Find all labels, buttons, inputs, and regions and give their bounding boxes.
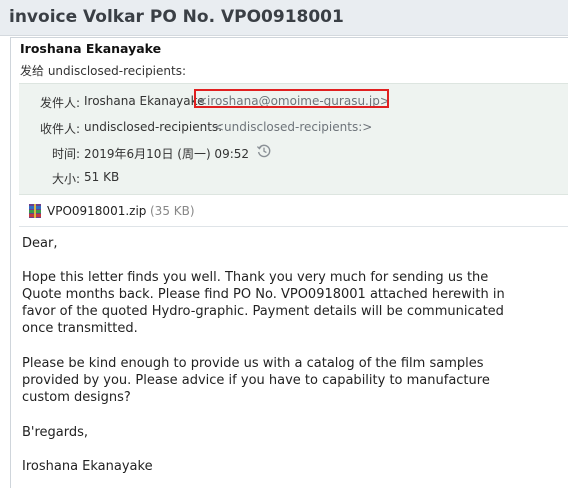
zip-archive-icon (27, 203, 43, 219)
attachment-name[interactable]: VPO0918001.zip (47, 204, 146, 218)
time-label: 时间: (51, 147, 80, 161)
subject-bar: invoice Volkar PO No. VPO0918001 (0, 0, 568, 36)
time-value: 2019年6月10日 (周一) 09:52 (84, 147, 250, 161)
body-paragraph-2-line-1: Please be kind enough to provide us with… (22, 356, 484, 371)
recipients-summary: 发给 undisclosed-recipients: (20, 64, 187, 78)
body-paragraph-1-line-2: Quote months back. Please find PO No. VP… (22, 287, 505, 302)
attachment-size: (35 KB) (150, 204, 195, 218)
header-body-divider (19, 226, 568, 227)
size-value: 51 KB (84, 170, 120, 184)
to-label: 收件人: (39, 122, 80, 136)
to-name[interactable]: undisclosed-recipients: (84, 120, 222, 134)
body-paragraph-1-line-4: once transmitted. (22, 321, 138, 336)
email-subject: invoice Volkar PO No. VPO0918001 (9, 7, 344, 27)
from-label: 发件人: (39, 96, 80, 110)
body-paragraph-2-line-3: custom designs? (22, 390, 131, 405)
body-paragraph-2-line-2: provided by you. Please advice if you ha… (22, 373, 490, 388)
attachment-item[interactable]: VPO0918001.zip (35 KB) (19, 199, 568, 225)
from-name[interactable]: Iroshana Ekanayake (84, 94, 205, 108)
body-greeting: Dear, (22, 236, 58, 251)
to-email[interactable]: <undisclosed-recipients:> (214, 120, 372, 134)
body-paragraph-1-line-1: Hope this letter finds you well. Thank y… (22, 270, 489, 285)
history-clock-icon[interactable] (256, 143, 272, 159)
highlight-annotation (194, 89, 389, 108)
sender-name[interactable]: Iroshana Ekanayake (20, 41, 161, 56)
body-paragraph-1-line-3: favor of the quoted Hydro-graphic. Payme… (22, 304, 504, 319)
body-signature: Iroshana Ekanayake (22, 459, 153, 474)
body-closing: B'regards, (22, 425, 89, 440)
size-label: 大小: (51, 172, 80, 186)
